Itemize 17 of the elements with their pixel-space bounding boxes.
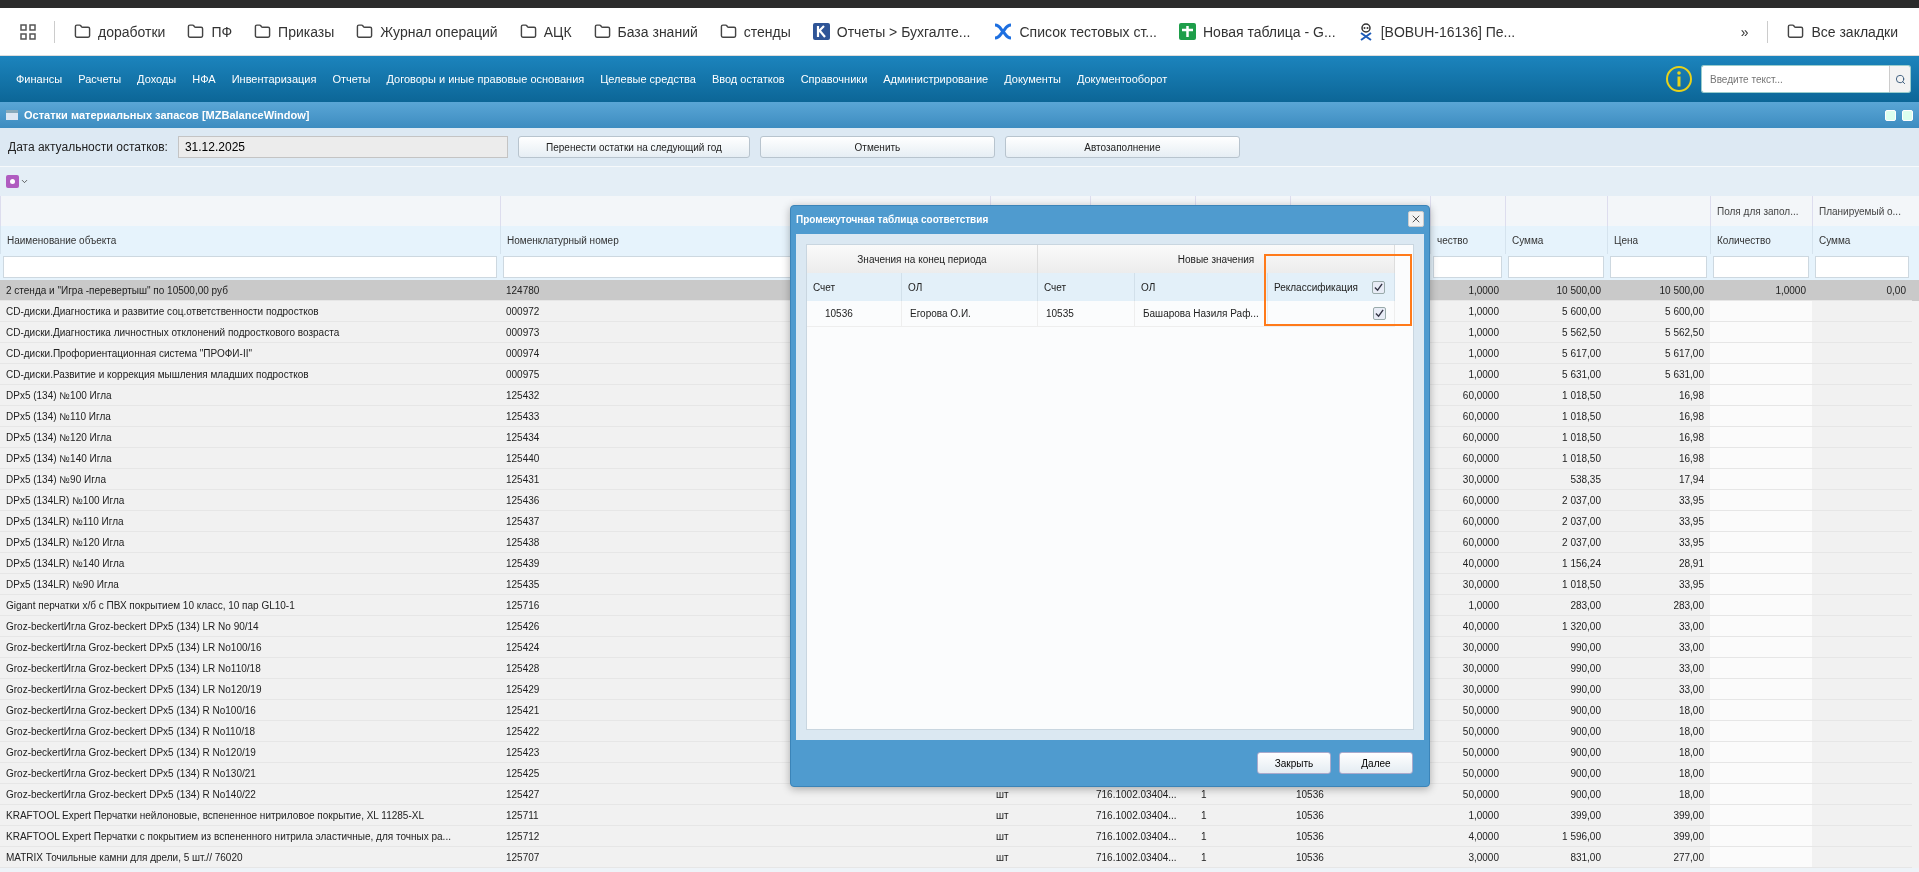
table-cell: 10536 [807,301,902,327]
table-cell: 831,00 [1505,847,1607,868]
window-title: Остатки материальных запасов [MZBalanceWindow] [24,109,310,121]
table-cell: MATRIX Точильные камни для дрели, 5 шт.// 76020 [0,847,500,868]
dialog-title: Промежуточная таблица соответствия [796,213,989,225]
table-cell: 716.1002.03404... [1090,847,1195,868]
table-cell: 10535 [1038,301,1135,327]
table-cell: 10536 [1290,847,1430,868]
table-cell: 3,0000 [1430,847,1505,868]
table-cell: 1 [1195,847,1290,868]
table-cell: шт [990,847,1090,868]
group-header: Новые значения [1038,245,1395,273]
table-cell: Егорова О.И. [902,301,1038,327]
group-header: Значения на конец периода [807,245,1038,273]
table-cell: 125707 [500,847,990,868]
date-label: Дата актуальности остатков: [8,140,168,154]
table-cell: Башарова Назиля Раф... [1135,301,1268,327]
